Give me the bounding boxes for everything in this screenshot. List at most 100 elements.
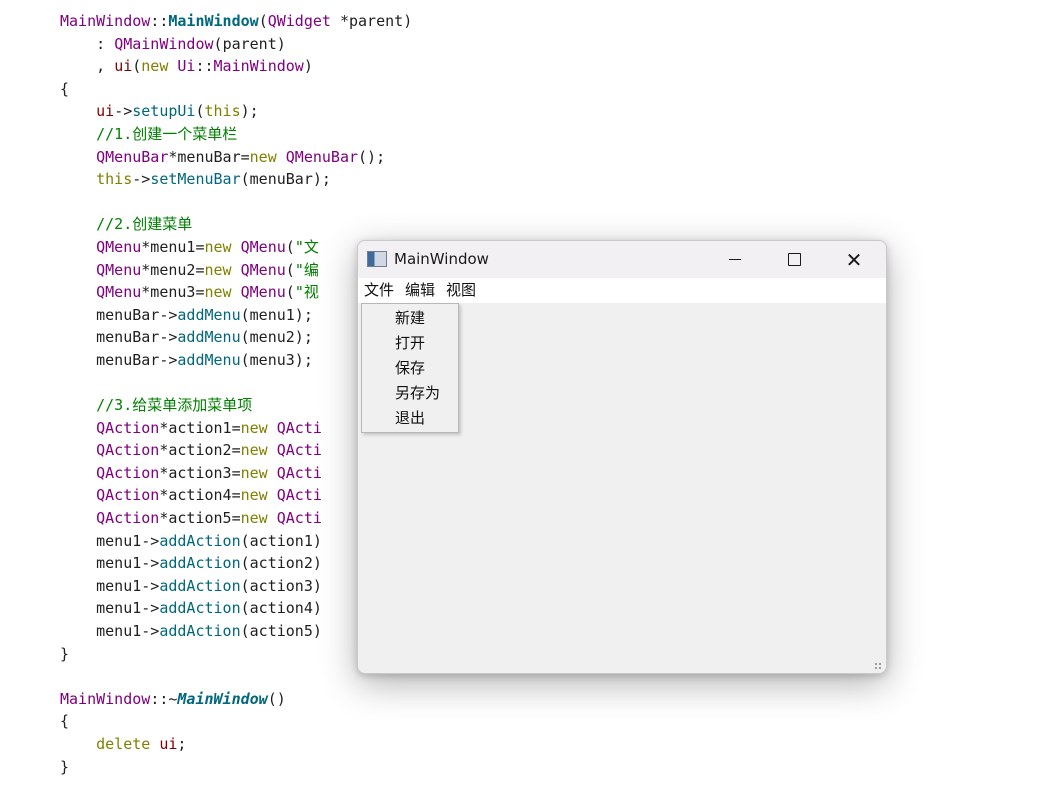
menu-bar: 文件 编辑 视图	[358, 278, 886, 303]
code-token: ();	[358, 147, 386, 166]
code-token: *action1=	[159, 418, 241, 437]
code-token: QMenu	[96, 260, 142, 279]
code-token: ui	[96, 102, 115, 121]
code-token: new	[240, 441, 268, 460]
code-token: addMenu	[177, 328, 241, 347]
code-token: addAction	[159, 531, 241, 550]
code-token: *action2=	[159, 441, 241, 460]
title-bar[interactable]: MainWindow ✕	[358, 241, 886, 278]
code-token: ui	[114, 57, 133, 76]
code-token: new	[240, 418, 268, 437]
menu-edit[interactable]: 编辑	[399, 278, 440, 303]
code-token: )	[276, 34, 286, 53]
window-title: MainWindow	[394, 250, 489, 268]
code-token: //3.给菜单添加菜单项	[60, 396, 253, 415]
code-token: Ui	[177, 57, 196, 76]
code-token: QAction	[96, 509, 160, 528]
code-token: (action3)	[240, 576, 322, 595]
code-token: menu1->	[60, 599, 160, 618]
minimize-button[interactable]	[706, 241, 764, 278]
code-token: menu1->	[60, 531, 160, 550]
code-line: MainWindow::MainWindow(QWidget *parent)	[60, 10, 412, 33]
code-token: //1.创建一个菜单栏	[60, 124, 238, 143]
code-line: QMenuBar*menuBar=new QMenuBar();	[60, 146, 412, 169]
menu-view[interactable]: 视图	[440, 278, 481, 303]
code-token: (	[285, 260, 295, 279]
code-token: "编	[294, 260, 319, 279]
code-token: (	[258, 12, 268, 30]
code-token: *action4=	[159, 486, 241, 505]
code-token: QMenu	[240, 260, 286, 279]
minimize-icon	[729, 259, 741, 260]
code-line: MainWindow::~MainWindow()	[60, 688, 412, 711]
code-token: *action3=	[159, 463, 241, 482]
menu-item-exit[interactable]: 退出	[362, 406, 458, 431]
menu-item-open[interactable]: 打开	[362, 331, 458, 356]
code-token: ->	[132, 170, 151, 189]
code-token: (	[285, 283, 295, 302]
code-token: QActi	[276, 509, 322, 528]
code-token: setMenuBar	[150, 170, 241, 189]
code-token: QMenu	[240, 283, 286, 302]
code-token: MainWindow	[177, 689, 268, 708]
code-token: (action5)	[240, 622, 322, 641]
code-token: MainWindow	[168, 12, 259, 30]
code-token: );	[240, 102, 259, 121]
code-token: *menu2=	[141, 260, 205, 279]
main-window[interactable]: MainWindow ✕ 文件 编辑 视图 新建 打开 保存 另存为 退出	[357, 240, 887, 674]
code-token: *menuBar=	[168, 147, 250, 166]
close-button[interactable]: ✕	[825, 241, 883, 278]
code-token: (menuBar);	[240, 170, 331, 189]
resize-grip[interactable]	[874, 662, 882, 670]
file-menu-dropdown: 新建 打开 保存 另存为 退出	[361, 303, 459, 433]
code-token: setupUi	[132, 102, 196, 121]
code-token: *menu1=	[141, 237, 205, 256]
code-token: (	[195, 102, 205, 121]
code-token: QMenuBar	[96, 147, 169, 166]
code-token: MainWindow	[213, 57, 304, 76]
menu-item-save[interactable]: 保存	[362, 356, 458, 381]
code-token: addAction	[159, 576, 241, 595]
code-token: "视	[294, 283, 319, 302]
code-token: QMenu	[96, 283, 142, 302]
code-token: QActi	[276, 486, 322, 505]
code-token: (menu2);	[240, 328, 313, 347]
code-token: addAction	[159, 554, 241, 573]
code-token: addAction	[159, 599, 241, 618]
code-token: QMenu	[96, 237, 142, 256]
code-token: QAction	[96, 463, 160, 482]
code-token: *	[330, 12, 349, 30]
menu-file[interactable]: 文件	[358, 278, 399, 303]
code-token: )	[303, 57, 313, 76]
code-token: QWidget	[267, 12, 331, 30]
menu-item-new[interactable]: 新建	[362, 306, 458, 331]
code-token: parent	[222, 34, 277, 53]
code-token: //2.创建菜单	[60, 215, 193, 234]
code-token: ;	[177, 735, 187, 753]
code-token: addAction	[159, 622, 241, 641]
maximize-button[interactable]	[765, 241, 823, 278]
menu-item-save-as[interactable]: 另存为	[362, 381, 458, 406]
code-token: new	[204, 260, 232, 279]
code-token: menuBar->	[60, 328, 178, 347]
code-token: addMenu	[177, 305, 241, 324]
code-token: *menu3=	[141, 283, 205, 302]
code-token: new	[204, 237, 232, 256]
code-token: QMenu	[240, 237, 286, 256]
code-token: (	[213, 34, 223, 53]
